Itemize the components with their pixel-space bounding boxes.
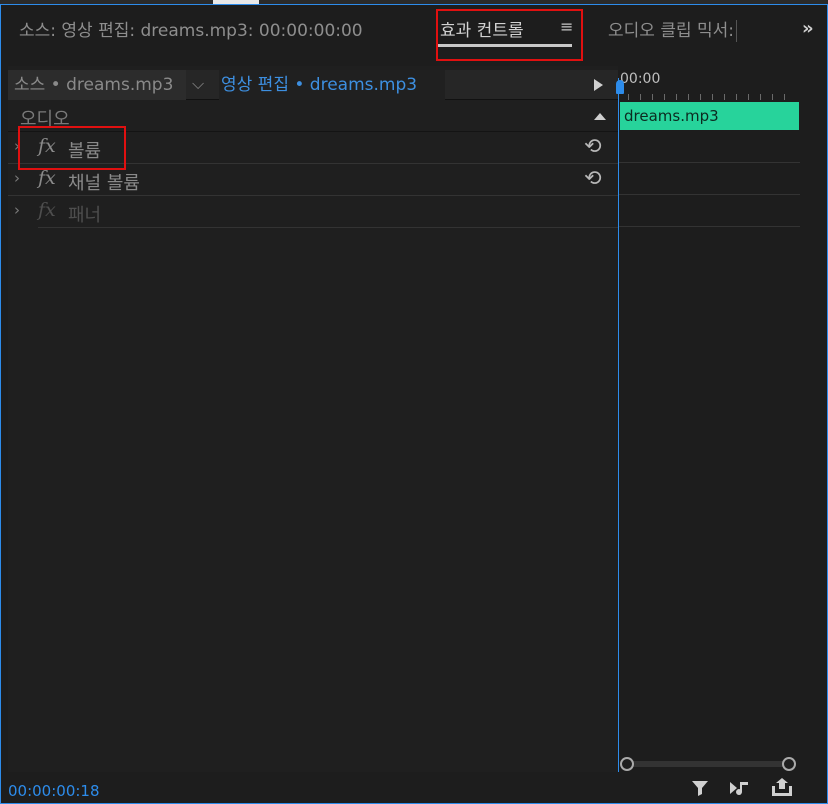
effect-row-panner[interactable]: › fx 패너 xyxy=(14,197,618,228)
expand-arrow-icon[interactable]: › xyxy=(14,201,20,219)
time-ruler[interactable] xyxy=(618,90,800,100)
more-panels-icon[interactable]: » xyxy=(802,18,813,39)
tab-bar: 소스: 영상 편집: dreams.mp3: 00:00:00:00 효과 컨트… xyxy=(0,4,826,52)
highlight-box-tab xyxy=(436,9,583,61)
scroll-handle-left[interactable] xyxy=(620,757,634,771)
reset-icon[interactable]: ⟲ xyxy=(584,134,602,158)
effect-label: 채널 볼륨 xyxy=(68,173,140,194)
filter-icon[interactable] xyxy=(690,778,710,803)
tab-audio-clip-mixer-label: 오디오 클립 믹서: xyxy=(608,21,735,41)
effect-label: 패너 xyxy=(68,205,102,226)
expand-arrow-icon[interactable]: › xyxy=(14,169,20,187)
collapse-icon[interactable] xyxy=(594,113,606,120)
scroll-handle-right[interactable] xyxy=(782,757,796,771)
tab-audio-clip-mixer[interactable]: 오디오 클립 믹서: xyxy=(608,16,738,42)
reset-icon[interactable]: ⟲ xyxy=(584,166,602,190)
scroll-track[interactable] xyxy=(628,761,790,767)
audio-clip[interactable]: dreams.mp3 xyxy=(620,102,799,130)
playhead-line[interactable] xyxy=(618,78,619,772)
chevron-down-icon[interactable]: ⌵ xyxy=(192,74,204,94)
mini-timeline[interactable]: 00:00 dreams.mp3 xyxy=(616,66,800,772)
highlight-box-volume xyxy=(18,126,126,170)
zoom-scrollbar[interactable] xyxy=(620,756,798,772)
source-clip-label[interactable]: 소스 • dreams.mp3 xyxy=(8,70,186,100)
sequence-clip-label[interactable]: 영상 편집 • dreams.mp3 xyxy=(219,70,445,100)
row-divider xyxy=(618,226,800,227)
row-divider xyxy=(618,194,800,195)
clip-header: 소스 • dreams.mp3 ⌵ 영상 편집 • dreams.mp3 xyxy=(8,70,618,100)
fx-icon: fx xyxy=(38,199,56,221)
fx-icon[interactable]: fx xyxy=(38,167,56,189)
timeline-time: 00:00 xyxy=(620,71,661,87)
play-audio-icon[interactable] xyxy=(728,778,754,803)
current-timecode[interactable]: 00:00:00:18 xyxy=(8,782,100,800)
row-divider xyxy=(618,162,800,163)
play-triangle-icon[interactable] xyxy=(594,79,603,91)
effect-controls-panel: 소스 • dreams.mp3 ⌵ 영상 편집 • dreams.mp3 오디오… xyxy=(8,66,618,772)
export-icon[interactable] xyxy=(770,778,794,803)
footer-bar: 00:00:00:18 xyxy=(0,776,826,802)
playhead-handle[interactable] xyxy=(616,80,624,94)
tab-source[interactable]: 소스: 영상 편집: dreams.mp3: 00:00:00:00 xyxy=(19,16,363,41)
tab-separator xyxy=(736,20,738,42)
